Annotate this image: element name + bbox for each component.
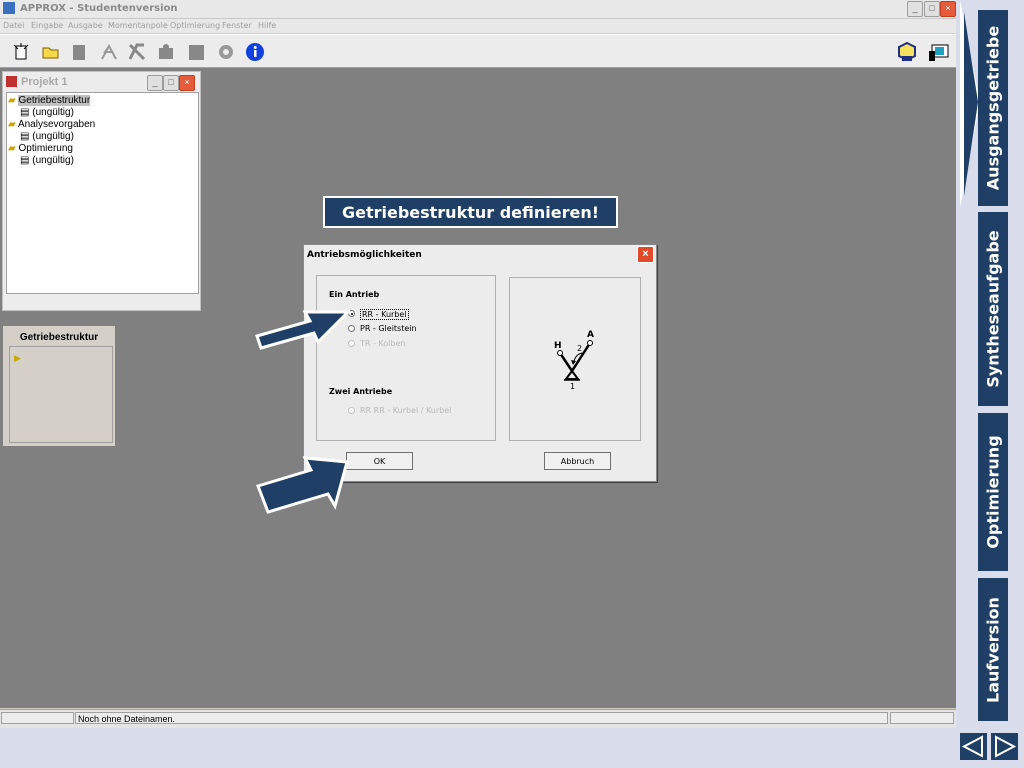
pointer-arrow-ok-icon — [256, 456, 349, 514]
gear-tool-icon[interactable] — [155, 41, 177, 63]
status-cell-1 — [1, 712, 74, 724]
tree-item-getriebestruktur[interactable]: ▰ Getriebestruktur — [8, 95, 91, 106]
mechanism-preview: H A 2 1 — [509, 277, 641, 441]
project-minimize-button[interactable]: _ — [147, 75, 163, 91]
play-icon[interactable]: ▶ — [14, 353, 21, 364]
project-icon — [6, 76, 17, 87]
toolbar — [0, 34, 956, 68]
label-a: A — [587, 330, 594, 340]
tab-ausgangsgetriebe[interactable]: Ausgangsgetriebe — [978, 10, 1008, 206]
mechanism-icon[interactable] — [98, 41, 120, 63]
crank-diagram: H A 2 1 — [554, 330, 594, 391]
structure-panel: Getriebestruktur ▶ — [2, 325, 116, 447]
group-two-drives: Zwei Antriebe — [329, 387, 393, 396]
group-one-drive: Ein Antrieb — [329, 290, 380, 299]
clipboard-icon[interactable] — [68, 41, 90, 63]
label-2: 2 — [577, 344, 582, 353]
window-title: APPROX - Studentenversion — [20, 3, 178, 14]
radio-tr-kolben-label: TR - Kolben — [360, 339, 406, 348]
menu-datei[interactable]: Datei — [3, 21, 24, 30]
radio-rr-kurbel-label[interactable]: RR - Kurbel — [360, 309, 409, 320]
structure-panel-title: Getriebestruktur — [19, 332, 99, 343]
project-title: Projekt 1 — [21, 76, 68, 88]
radio-rr-rr-label: RR RR - Kurbel / Kurbel — [360, 406, 452, 415]
tree-child-optimierung[interactable]: ▤ (ungültig) — [20, 155, 74, 166]
cancel-button[interactable]: Abbruch — [544, 452, 611, 470]
status-cell-3 — [890, 712, 954, 724]
close-button[interactable]: × — [940, 1, 956, 17]
label-1: 1 — [570, 382, 575, 391]
tree-child-getriebestruktur[interactable]: ▤ (ungültig) — [20, 107, 74, 118]
tab-syntheseaufgabe[interactable]: Syntheseaufgabe — [978, 212, 1008, 406]
folder-icon: ▰ — [8, 143, 16, 154]
monitor-icon[interactable] — [928, 41, 950, 63]
stop-icon[interactable] — [185, 41, 207, 63]
status-text: Noch ohne Dateinamen. — [75, 712, 888, 724]
menu-momentanpole[interactable]: Momentanpole — [108, 21, 168, 30]
dialog-close-button[interactable]: × — [637, 246, 654, 263]
document-icon: ▤ — [20, 155, 30, 166]
label-h: H — [554, 341, 562, 351]
document-icon: ▤ — [20, 131, 30, 142]
menu-eingabe[interactable]: Eingabe — [31, 21, 63, 30]
menu-optimierung[interactable]: Optimierung — [170, 21, 220, 30]
maximize-button[interactable]: □ — [924, 1, 940, 17]
dialog-title: Antriebsmöglichkeiten — [307, 250, 422, 260]
new-file-icon[interactable] — [10, 41, 32, 63]
project-window: Projekt 1 _ □ × ▰ Getriebestruktur ▤ (un… — [2, 71, 201, 311]
folder-icon: ▰ — [8, 119, 16, 130]
next-arrow-icon[interactable] — [991, 733, 1018, 760]
menu-hilfe[interactable]: Hilfe — [258, 21, 276, 30]
project-close-button[interactable]: × — [179, 75, 195, 91]
tud-logo-icon — [896, 41, 918, 63]
tree-item-analysevorgaben[interactable]: ▰ Analysevorgaben — [8, 119, 95, 130]
instruction-banner: Getriebestruktur definieren! — [323, 196, 618, 228]
tree-child-analysevorgaben[interactable]: ▤ (ungültig) — [20, 131, 74, 142]
menu-bar: Datei Eingabe Ausgabe Momentanpole Optim… — [0, 19, 956, 33]
ok-button[interactable]: OK — [346, 452, 413, 470]
radio-rr-rr[interactable] — [348, 407, 355, 414]
open-folder-icon[interactable] — [40, 41, 62, 63]
title-bar: APPROX - Studentenversion _ □ × — [0, 0, 956, 19]
active-tab-pointer-icon — [960, 0, 980, 208]
status-bar: Noch ohne Dateinamen. — [0, 709, 956, 728]
folder-icon: ▰ — [8, 95, 16, 106]
radio-pr-gleitstein-label[interactable]: PR - Gleitstein — [360, 324, 417, 333]
structure-panel-body: ▶ — [9, 346, 113, 443]
previous-arrow-icon[interactable] — [960, 733, 987, 760]
linkage-icon[interactable] — [126, 41, 148, 63]
menu-fenster[interactable]: Fenster — [222, 21, 252, 30]
minimize-button[interactable]: _ — [907, 1, 923, 17]
document-icon: ▤ — [20, 107, 30, 118]
pointer-arrow-radio-icon — [255, 310, 350, 350]
menu-ausgabe[interactable]: Ausgabe — [68, 21, 103, 30]
app-icon — [3, 2, 15, 14]
drive-options-dialog: Antriebsmöglichkeiten × Ein Antrieb RR -… — [303, 244, 657, 482]
info-icon[interactable] — [244, 41, 266, 63]
project-maximize-button[interactable]: □ — [163, 75, 179, 91]
project-tree: ▰ Getriebestruktur ▤ (ungültig) ▰ Analys… — [6, 92, 199, 294]
tree-item-optimierung[interactable]: ▰ Optimierung — [8, 143, 73, 154]
tab-optimierung[interactable]: Optimierung — [978, 413, 1008, 571]
tab-laufversion[interactable]: Laufversion — [978, 578, 1008, 721]
settings-icon[interactable] — [215, 41, 237, 63]
